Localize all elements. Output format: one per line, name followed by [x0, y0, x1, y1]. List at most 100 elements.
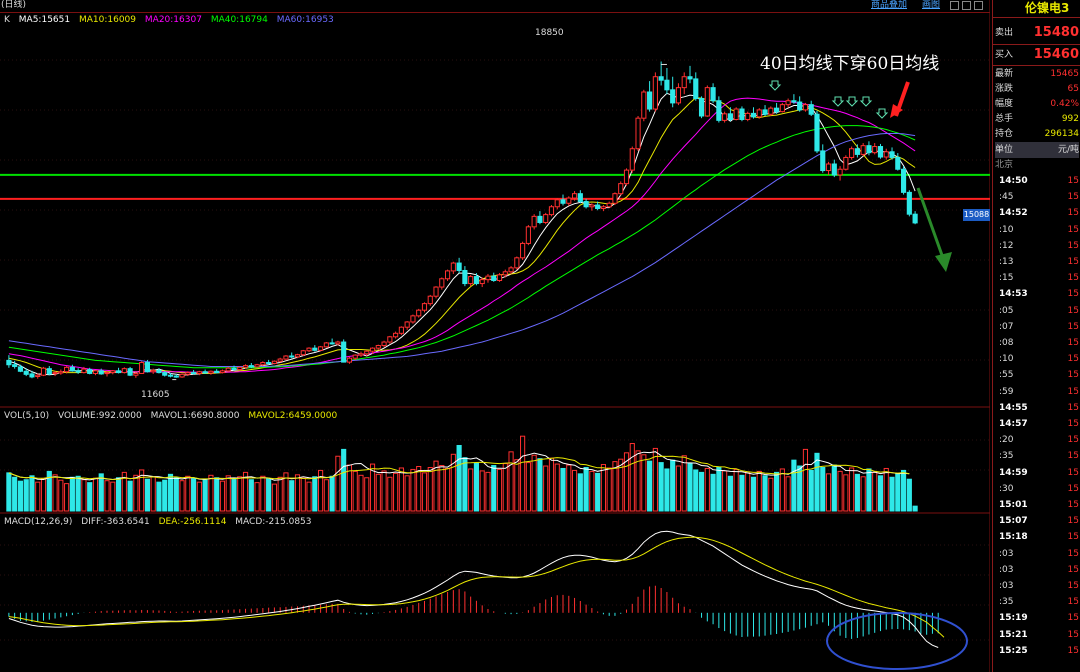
low-price-label: 11605	[141, 390, 170, 400]
tick-price-stub: 15	[1067, 224, 1079, 235]
candle-body	[514, 257, 520, 269]
volume-bar	[208, 474, 214, 512]
candle-body	[127, 368, 133, 376]
volume-bar	[831, 464, 837, 512]
volume-bar	[364, 477, 370, 512]
volume-bar	[6, 472, 12, 512]
candle-body	[900, 168, 907, 193]
tick-time: :35	[999, 451, 1014, 462]
candle-body	[647, 91, 653, 110]
pct-value: 0.42%	[1050, 99, 1079, 109]
tick-price-stub: 15	[1067, 305, 1079, 316]
candle-body	[658, 76, 664, 81]
volume-bar	[560, 467, 566, 512]
highlight-circle	[826, 612, 968, 670]
candle-body	[254, 364, 260, 368]
candle-body	[427, 295, 433, 305]
candle-body	[329, 342, 335, 345]
tick-price-stub: 15	[1067, 370, 1079, 381]
volume-bar	[606, 467, 612, 512]
tick-price-stub: 15	[1067, 532, 1079, 543]
tick-row: 14:53 15	[995, 287, 1079, 302]
candle-body	[266, 362, 272, 365]
candle-body	[583, 201, 589, 208]
candle-body	[774, 107, 780, 113]
volume-bar	[756, 470, 762, 512]
candle-body	[139, 362, 145, 374]
green-arrow-head-icon	[935, 252, 952, 272]
candle-body	[491, 275, 497, 282]
candle-body	[548, 206, 555, 216]
diff-line	[8, 530, 939, 648]
tick-price-stub: 15	[1067, 386, 1079, 397]
candle-body	[860, 145, 866, 155]
down-arrow-icon	[831, 96, 845, 107]
tick-price-stub: 15	[1067, 240, 1079, 251]
volume-bar	[612, 461, 618, 512]
volume-bar	[381, 470, 387, 512]
tick-row: :45 15	[995, 190, 1079, 205]
volume-bar	[900, 469, 907, 512]
candle-body	[144, 362, 150, 373]
candle-body	[110, 370, 116, 374]
candle-body	[831, 163, 837, 176]
candle-body	[323, 342, 329, 348]
volume-bar	[12, 476, 18, 512]
tick-price-stub: 15	[1067, 516, 1079, 527]
candle-body	[508, 267, 514, 273]
volume-bar	[502, 463, 508, 512]
volume-bar	[23, 479, 29, 512]
candle-body	[312, 347, 318, 351]
volume-bar	[589, 470, 595, 512]
candle-body	[883, 151, 889, 158]
candle-body	[35, 374, 41, 378]
candle-body	[98, 370, 104, 375]
candle-body	[58, 371, 64, 374]
candle-body	[173, 375, 179, 378]
volume-bar	[762, 475, 768, 512]
volume-bar	[312, 476, 318, 512]
volume-bar	[635, 450, 641, 512]
candle-body	[531, 215, 537, 228]
volume-bar	[543, 465, 549, 512]
candle-body	[202, 371, 208, 374]
volume-bar	[641, 454, 647, 512]
tick-time: 15:18	[999, 532, 1028, 543]
candle-body	[797, 101, 803, 111]
candle-body	[589, 204, 595, 208]
candle-body	[473, 276, 480, 285]
tick-row: :30 15	[995, 482, 1079, 497]
volume-bar	[248, 479, 254, 512]
down-arrow-icon	[768, 80, 782, 91]
last-label: 最新	[995, 69, 1014, 79]
volume-bar	[675, 465, 682, 512]
candle-body	[906, 191, 912, 215]
candle-body	[560, 199, 566, 204]
candle-body	[652, 76, 658, 110]
volume-bar	[883, 467, 889, 512]
candle-body	[64, 366, 70, 373]
candle-body	[681, 76, 687, 89]
down-arrow-icon	[845, 96, 859, 107]
volume-bar	[462, 457, 468, 512]
tick-row: 14:52 15	[995, 206, 1079, 221]
candle-body	[439, 278, 445, 288]
volume-bar	[554, 463, 560, 512]
volume-bar	[485, 471, 491, 512]
tick-row: :12 15	[995, 239, 1079, 254]
buy-label: 买入	[995, 50, 1014, 60]
candle-body	[410, 315, 416, 323]
tick-price-stub: 15	[1067, 500, 1079, 510]
unit-value: 元/吨	[1057, 145, 1079, 155]
candle-body	[6, 359, 12, 366]
volume-bar	[704, 467, 710, 512]
current-price-tag: 15088	[963, 209, 990, 221]
volume-bar	[341, 448, 347, 512]
volume-label: 总手	[995, 114, 1014, 124]
tick-price-stub: 15	[1067, 419, 1079, 429]
tick-time: :20	[999, 435, 1014, 446]
volume-bar	[358, 474, 364, 512]
volume-bar	[306, 481, 312, 512]
ma-line-ma40	[8, 125, 916, 369]
tick-price-stub: 15	[1067, 192, 1079, 203]
